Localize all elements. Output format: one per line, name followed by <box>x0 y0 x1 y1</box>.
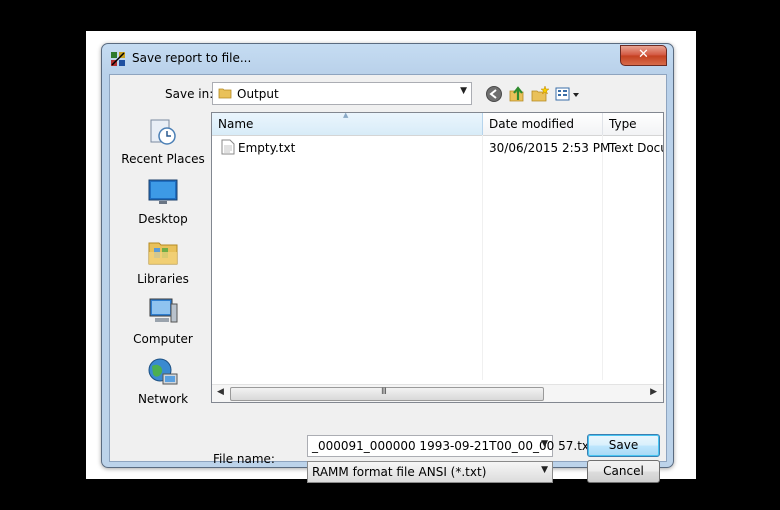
save-in-combo[interactable]: Output ▼ <box>212 82 472 105</box>
file-name: Empty.txt <box>238 141 296 155</box>
place-label: Desktop <box>138 212 188 226</box>
column-header-name[interactable]: Name ▲ <box>212 113 483 136</box>
network-icon <box>148 358 178 385</box>
new-folder-icon[interactable] <box>531 85 549 103</box>
chevron-down-icon[interactable]: ▼ <box>541 439 548 449</box>
save-in-value: Output <box>237 87 279 101</box>
column-label: Type <box>609 117 637 131</box>
place-label: Recent Places <box>121 152 205 166</box>
place-computer[interactable]: Computer <box>116 294 210 352</box>
save-button[interactable]: Save <box>587 434 660 457</box>
scroll-grip: III <box>381 387 387 397</box>
file-list[interactable]: Name ▲ Date modified Type Empty.txt 30/0… <box>211 112 664 403</box>
place-libraries[interactable]: Libraries <box>116 234 210 292</box>
back-icon[interactable] <box>485 85 503 103</box>
save-as-type-label: Save as type: <box>213 478 295 492</box>
horizontal-scrollbar[interactable]: ◀ III ▶ <box>212 384 663 402</box>
column-label: Date modified <box>489 117 575 131</box>
file-name-input[interactable]: _000091_000000 1993-09-21T00_00_00 57.tx… <box>307 435 594 457</box>
cancel-button[interactable]: Cancel <box>587 460 660 483</box>
file-name-value: _000091_000000 1993-09-21T00_00_00 57.tx… <box>312 439 594 453</box>
column-header-type[interactable]: Type <box>603 113 663 136</box>
text-file-icon <box>221 139 235 155</box>
place-label: Libraries <box>137 272 189 286</box>
file-row[interactable]: Empty.txt 30/06/2015 2:53 PM Text Docu <box>212 139 663 157</box>
scroll-right-icon[interactable]: ▶ <box>650 387 657 397</box>
sort-ascending-icon: ▲ <box>343 112 349 119</box>
places-bar: Recent Places Desktop Libraries Computer… <box>116 110 210 455</box>
scroll-thumb[interactable]: III <box>230 387 544 401</box>
place-desktop[interactable]: Desktop <box>116 174 210 232</box>
window-title: Save report to file... <box>132 51 252 65</box>
column-divider <box>482 135 483 380</box>
column-label: Name <box>218 117 254 131</box>
view-menu-icon[interactable] <box>555 85 581 103</box>
desktop-icon <box>148 179 178 204</box>
column-header-date-modified[interactable]: Date modified <box>483 113 603 136</box>
save-as-type-value: RAMM format file ANSI (*.txt) <box>312 465 487 479</box>
save-as-type-select[interactable]: RAMM format file ANSI (*.txt) ▼ <box>307 461 553 483</box>
scroll-left-icon[interactable]: ◀ <box>217 387 224 397</box>
chevron-down-icon: ▼ <box>460 86 467 96</box>
place-label: Network <box>137 392 189 406</box>
close-button[interactable]: ✕ <box>620 45 667 66</box>
file-name-label: File name: <box>213 452 275 466</box>
computer-icon <box>149 298 178 323</box>
dialog-client: Save in: Output ▼ Recent Places Desktop … <box>109 74 667 492</box>
folder-icon <box>218 88 232 99</box>
column-divider <box>602 135 603 380</box>
place-network[interactable]: Network <box>116 354 210 412</box>
save-dialog: Save report to file... ✕ Save in: Output… <box>101 43 674 492</box>
recent-places-icon <box>150 119 176 145</box>
app-icon <box>111 52 125 66</box>
chevron-down-icon: ▼ <box>541 465 548 475</box>
save-in-label: Save in: <box>165 87 214 101</box>
file-date: 30/06/2015 2:53 PM <box>489 141 611 155</box>
libraries-icon <box>148 242 178 265</box>
place-label: Computer <box>133 332 193 346</box>
up-folder-icon[interactable] <box>508 85 526 103</box>
file-type: Text Docu <box>609 141 664 155</box>
place-recent-places[interactable]: Recent Places <box>116 114 210 172</box>
